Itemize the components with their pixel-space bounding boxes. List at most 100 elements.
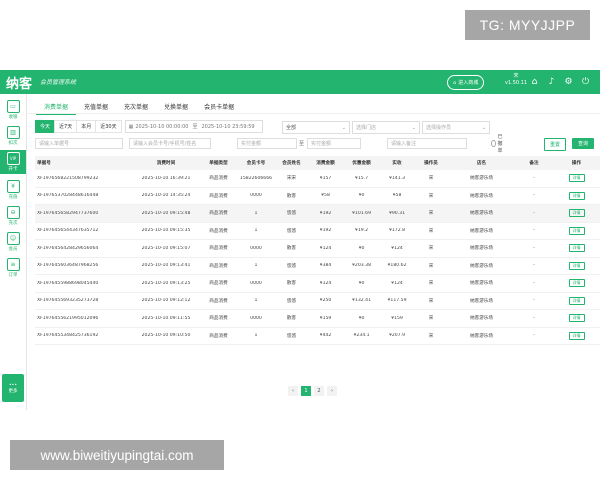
detail-button[interactable]: 详情 [568, 331, 585, 340]
detail-button[interactable]: 详情 [568, 174, 585, 183]
table-cell: 纳客游乐场 [470, 228, 493, 234]
column-header: 操作 [571, 161, 582, 166]
action-cell: 详情 [553, 314, 600, 323]
table-cell: 悠悠 [286, 298, 297, 304]
prev-page-button[interactable]: ‹ [288, 386, 298, 396]
action-cell: 详情 [553, 296, 600, 305]
sidebar-item-deduct[interactable]: ▥ 扣次 [0, 124, 26, 148]
table-cell: 商品消费 [209, 281, 228, 287]
table-cell: 宋 [428, 263, 434, 269]
sidebar-item-open-card[interactable]: VIP 开卡 [0, 150, 26, 174]
table-cell: 纳客游乐场 [470, 246, 493, 252]
detail-button[interactable]: 详情 [568, 226, 585, 235]
table-row[interactable]: XF1976537028448616448 2025-10-10 14:35:24… [35, 187, 600, 205]
table-row[interactable]: XF1976456428429656064 2025-10-10 09:15:07… [35, 240, 600, 258]
table-cell: ¥15.7 [354, 175, 369, 181]
detail-button[interactable]: 详情 [568, 261, 585, 270]
sidebar-item-label: 充次 [8, 221, 18, 226]
table-row[interactable]: XF1976455693235273728 2025-10-10 09:12:12… [35, 292, 600, 310]
member-search-input[interactable]: 请输入会员卡号/手机号/姓名 [129, 138, 211, 149]
table-row[interactable]: XF1976455348425736192 2025-10-10 09:10:50… [35, 327, 600, 345]
table-cell: ¥0 [358, 315, 365, 321]
vip-card-icon: VIP [6, 152, 20, 165]
date-7days-button[interactable]: 近7天 [54, 120, 78, 133]
table-cell: - [533, 263, 535, 269]
page-button-2[interactable]: 2 [314, 386, 324, 396]
table-cell: 商品消费 [209, 193, 228, 199]
table-cell: - [533, 228, 535, 234]
table-row[interactable]: XF1976456036487968256 2025-10-10 09:13:41… [35, 257, 600, 275]
sidebar-item-recharge[interactable]: ¥ 充值 [0, 178, 26, 202]
action-cell: 详情 [553, 244, 600, 253]
table-cell: ¥132.41 [352, 298, 371, 304]
home-icon[interactable]: ⌂ [529, 76, 540, 87]
detail-button[interactable]: 详情 [568, 296, 585, 305]
user-name: 宋 [513, 73, 519, 79]
table-cell: 宋 [428, 298, 434, 304]
enter-shop-button[interactable]: ⌂ 进入商城 [447, 75, 485, 90]
sidebar-item-recharge-times[interactable]: ⊖ 充次 [0, 204, 26, 228]
date-range-input[interactable]: ▦ 2025-10-10 00:00:00 至 2025-10-10 23:59… [124, 120, 263, 133]
type-select[interactable]: 全部 ⌄ [282, 121, 350, 134]
table-cell: ¥442 [319, 333, 332, 339]
revoked-checkbox[interactable]: 已撤单 [491, 134, 505, 154]
table-cell: ¥124 [319, 280, 332, 286]
amount-max-input[interactable]: 实付金额 [307, 138, 361, 149]
sidebar-item-order[interactable]: ≡ 订单 [0, 256, 26, 280]
table-cell: ¥101.69 [352, 210, 371, 216]
table-row[interactable]: XF1976455621995012096 2025-10-10 09:11:55… [35, 310, 600, 328]
store-select-value: 选择门店 [356, 125, 377, 131]
detail-button[interactable]: 详情 [568, 209, 585, 218]
table-cell: XF1976456428429656064 [37, 245, 99, 251]
table-row[interactable]: XF1976456544347635712 2025-10-10 09:15:35… [35, 222, 600, 240]
table-row[interactable]: XF1976456582947737600 2025-10-10 09:15:48… [35, 205, 600, 223]
detail-button[interactable]: 详情 [568, 279, 585, 288]
order-no-input[interactable]: 请输入单据号 [35, 138, 123, 149]
sidebar-item-label: 充值 [8, 195, 18, 200]
date-30days-button[interactable]: 近30天 [95, 120, 122, 133]
table-row[interactable]: XF1976455988698045440 2025-10-10 09:13:25… [35, 275, 600, 293]
date-today-button[interactable]: 今天 [35, 120, 56, 133]
table-cell: - [533, 245, 535, 251]
sidebar-item-cashier[interactable]: ▭ 收银 [0, 98, 26, 122]
detail-button[interactable]: 详情 [568, 191, 585, 200]
app-window: 纳客 会员管理系统 ⌂ 进入商城 宋 v1.50.11 ⌂ ♪ ⚙ ⏻ ▭ 收银… [0, 70, 600, 410]
action-cell: 详情 [553, 191, 600, 200]
order-icon: ≡ [6, 258, 20, 271]
settings-icon[interactable]: ⚙ [563, 76, 574, 87]
table-cell: ¥0 [358, 280, 365, 286]
table-cell: 纳客游乐场 [470, 211, 493, 217]
table-cell: ¥0 [358, 245, 365, 251]
table-cell: 散客 [286, 316, 297, 322]
table-cell: ¥0 [358, 193, 365, 199]
query-button[interactable]: 查询 [572, 138, 594, 149]
table-cell: 宋 [428, 281, 434, 287]
detail-button[interactable]: 详情 [568, 244, 585, 253]
table-cell: 2025-10-10 09:13:41 [141, 263, 191, 269]
page-button-1[interactable]: 1 [301, 386, 311, 396]
user-info[interactable]: 宋 v1.50.11 [505, 73, 527, 87]
table-cell: 2025-10-10 09:11:55 [141, 315, 191, 321]
detail-button[interactable]: 详情 [568, 314, 585, 323]
chevron-down-icon: ⌄ [481, 124, 486, 131]
next-page-button[interactable]: › [327, 386, 337, 396]
amount-min-input[interactable]: 实付金额 [237, 138, 297, 149]
power-icon[interactable]: ⏻ [580, 76, 591, 87]
sidebar-item-label: 订单 [8, 273, 18, 278]
app-logo: 纳客 [6, 77, 33, 92]
table-row[interactable]: XF1976568221508799232 2025-10-10 16:39:21… [35, 170, 600, 188]
remark-input[interactable]: 请输入备注 [387, 138, 467, 149]
operator-select[interactable]: 选择操作员 ⌄ [422, 121, 490, 134]
sidebar: ▭ 收银 ▥ 扣次 VIP 开卡 ¥ 充值 ⊖ 充次 ☺ 会员 ≡ 订单 ••• [0, 94, 27, 410]
sidebar-item-member[interactable]: ☺ 会员 [0, 230, 26, 254]
table-cell: 纳客游乐场 [470, 333, 493, 339]
store-select[interactable]: 选择门店 ⌄ [352, 121, 420, 134]
table-cell: 宋 [428, 193, 434, 199]
sidebar-more-button[interactable]: ••• 更多 [2, 374, 24, 402]
column-header: 操作员 [424, 161, 438, 166]
date-month-button[interactable]: 本月 [76, 120, 97, 133]
table-cell: ¥58 [392, 193, 402, 199]
reset-button[interactable]: 重置 [544, 138, 566, 151]
column-header: 单据类型 [209, 161, 228, 166]
bell-icon[interactable]: ♪ [546, 76, 557, 87]
